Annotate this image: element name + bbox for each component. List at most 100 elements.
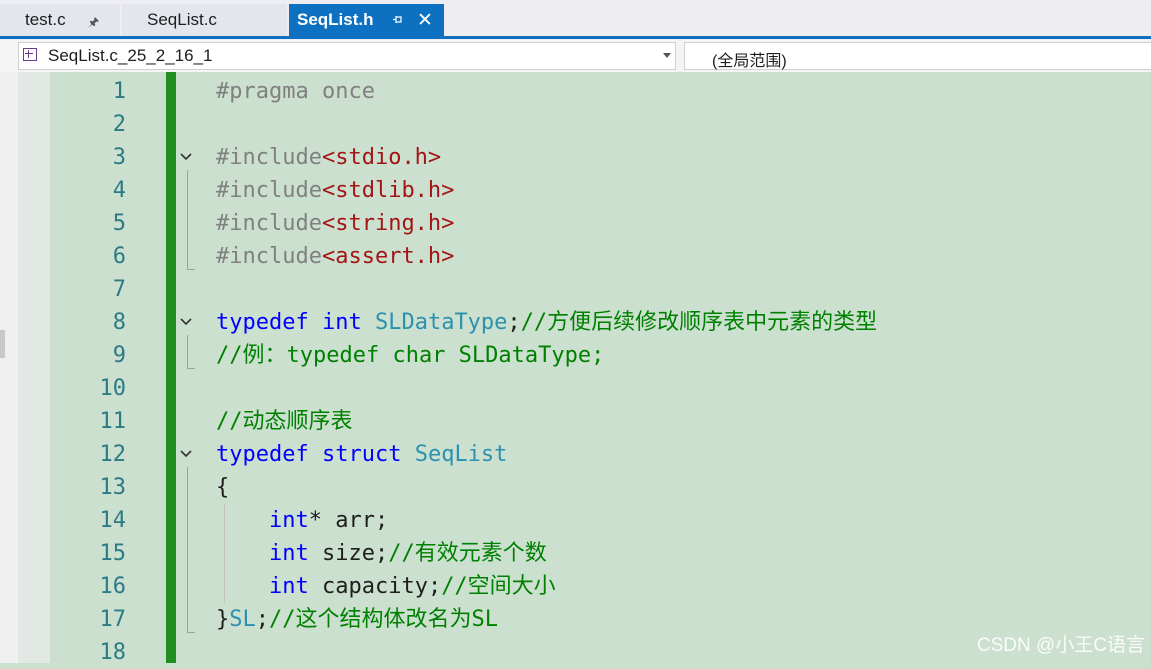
close-icon[interactable]: ✕ (417, 9, 433, 32)
code-text: }SL;//这个结构体改名为SL (216, 603, 498, 636)
code-token: typedef (216, 310, 309, 335)
code-token: //动态顺序表 (216, 409, 353, 434)
outline-guide (187, 335, 188, 368)
code-token: } (216, 607, 230, 632)
code-line[interactable]: 3 #include<stdio.h> (50, 141, 1151, 174)
code-token: int (268, 574, 309, 599)
watermark: CSDN @小王C语言 (976, 635, 1145, 656)
project-scope-dropdown[interactable]: SeqList.c_25_2_16_1 (18, 42, 676, 70)
code-token: capacity; (308, 574, 442, 599)
code-token: struct (321, 442, 402, 467)
code-line[interactable]: 5 #include<string.h> (50, 207, 1151, 240)
tab-seqlist-h[interactable]: SeqList.h ✕ (289, 4, 444, 36)
code-text: int capacity;//空间大小 (216, 570, 556, 603)
collapse-chevron-icon[interactable] (180, 152, 192, 162)
code-text: { (216, 471, 229, 504)
code-text: int size;//有效元素个数 (216, 537, 547, 570)
tab-underline (0, 36, 1151, 39)
code-token: { (216, 475, 230, 500)
line-number: 3 (112, 145, 126, 170)
line-number: 14 (99, 508, 127, 533)
code-line[interactable]: 2 (50, 108, 1151, 141)
line-number: 15 (99, 541, 127, 566)
code-text: //例：typedef char SLDataType; (216, 339, 604, 372)
code-token: #include (216, 244, 322, 269)
collapse-chevron-icon[interactable] (180, 449, 192, 459)
line-number: 1 (112, 79, 126, 104)
code-line[interactable]: 10 (50, 372, 1151, 405)
line-number: 10 (99, 376, 127, 401)
pin-icon[interactable] (392, 14, 403, 28)
line-number: 7 (112, 277, 126, 302)
outline-guide-end (187, 368, 195, 369)
code-line[interactable]: 12 typedef struct SeqList (50, 438, 1151, 471)
line-number: 5 (112, 211, 126, 236)
code-token: size; (308, 541, 389, 566)
code-token: int (321, 310, 362, 335)
line-number: 16 (99, 574, 127, 599)
code-text: int* arr; (216, 504, 388, 537)
code-text: #pragma once (216, 75, 375, 108)
pin-icon[interactable]: 🖈 (88, 13, 99, 34)
collapse-chevron-icon[interactable] (180, 317, 192, 327)
tab-label: SeqList.c (147, 10, 217, 29)
code-text: #include<stdio.h> (216, 141, 441, 174)
editor-left-margin (0, 72, 18, 663)
code-line[interactable]: 11 //动态顺序表 (50, 405, 1151, 438)
code-line[interactable]: 14 int* arr; (50, 504, 1151, 537)
code-line[interactable]: 13 { (50, 471, 1151, 504)
code-token: //有效元素个数 (388, 541, 547, 566)
line-number: 17 (99, 607, 127, 632)
code-token: <stdio.h> (321, 145, 442, 170)
code-line[interactable]: 8 typedef int SLDataType;//方便后续修改顺序表中元素的类… (50, 306, 1151, 339)
code-token: int (268, 541, 309, 566)
line-number: 6 (112, 244, 126, 269)
outline-guide (187, 467, 188, 632)
code-token: * arr; (308, 508, 389, 533)
tab-seqlist-c[interactable]: SeqList.c (122, 4, 287, 36)
line-number: 18 (99, 640, 127, 665)
code-token: #include (216, 178, 322, 203)
tab-label: SeqList.h (297, 10, 374, 29)
code-text: typedef struct SeqList (216, 438, 507, 471)
code-token: <string.h> (321, 211, 455, 236)
tab-test-c[interactable]: test.c 🖈 (0, 4, 120, 36)
tab-label: test.c (25, 10, 66, 29)
code-text: #include<string.h> (216, 207, 454, 240)
code-token: #include (216, 145, 322, 170)
code-line[interactable]: 16 int capacity;//空间大小 (50, 570, 1151, 603)
code-line[interactable]: 1 #pragma once (50, 75, 1151, 108)
code-token: SLDataType (374, 310, 508, 335)
project-icon (23, 48, 37, 61)
line-number: 13 (99, 475, 127, 500)
chevron-down-icon[interactable] (663, 53, 671, 58)
code-token: <stdlib.h> (321, 178, 455, 203)
line-number: 9 (112, 343, 126, 368)
outline-guide-end (187, 632, 195, 633)
code-token: #pragma once (216, 79, 375, 104)
line-number: 8 (112, 310, 126, 335)
code-token: SL (229, 607, 256, 632)
member-scope-dropdown[interactable]: (全局范围) (684, 42, 1151, 70)
code-token: //例：typedef char SLDataType; (216, 343, 605, 368)
code-token: int (268, 508, 309, 533)
code-line[interactable]: 9 //例：typedef char SLDataType; (50, 339, 1151, 372)
code-text: #include<assert.h> (216, 240, 454, 273)
indicator-margin[interactable] (18, 72, 50, 663)
code-token: //这个结构体改名为SL (269, 607, 498, 632)
scroll-marker (0, 330, 5, 358)
outline-guide (187, 170, 188, 269)
code-token: //空间大小 (441, 574, 556, 599)
code-line[interactable]: 4 #include<stdlib.h> (50, 174, 1151, 207)
code-token: ; (255, 607, 269, 632)
code-line[interactable]: 6 #include<assert.h> (50, 240, 1151, 273)
code-token: SeqList (414, 442, 508, 467)
code-line[interactable]: 7 (50, 273, 1151, 306)
code-line[interactable]: 15 int size;//有效元素个数 (50, 537, 1151, 570)
line-number: 2 (112, 112, 126, 137)
code-token: ; (507, 310, 521, 335)
